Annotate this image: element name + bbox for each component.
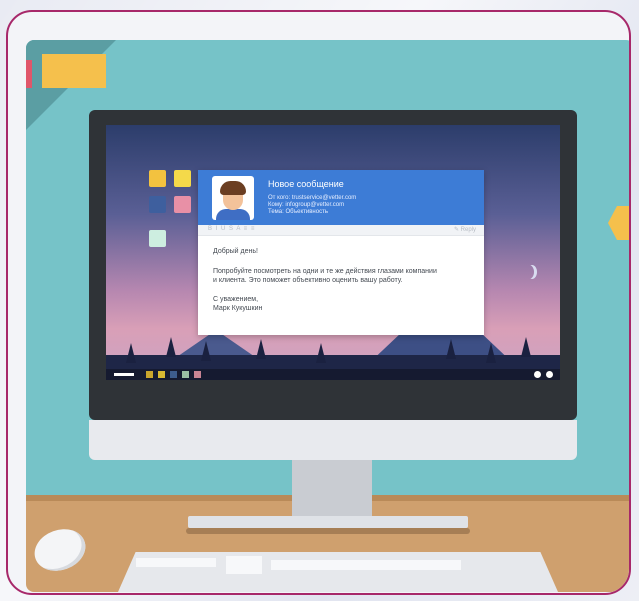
keyboard-keys <box>226 556 262 574</box>
taskbar-app-icon[interactable] <box>158 371 165 378</box>
yellow-tile-icon[interactable] <box>149 170 166 187</box>
tree <box>256 339 266 359</box>
moon-icon <box>524 265 534 279</box>
email-body-line: и клиента. Это поможет объективно оценит… <box>213 277 403 284</box>
email-body-line: Попробуйте посмотреть на одни и те же де… <box>213 268 437 275</box>
monitor-chin <box>89 420 577 460</box>
yellow-tile-icon[interactable] <box>174 170 191 187</box>
tree <box>166 337 176 357</box>
stand-shadow <box>186 528 470 534</box>
mint-tile-icon[interactable] <box>149 230 166 247</box>
tree <box>316 343 326 363</box>
office-scene: Новое сообщение От кого: trustservice@ve… <box>26 40 629 592</box>
avatar-body <box>216 209 250 220</box>
email-header: Новое сообщение От кого: trustservice@ve… <box>198 170 484 225</box>
pink-tile-icon[interactable] <box>174 196 191 213</box>
keyboard-spacebar <box>271 560 461 570</box>
monitor-stand-base <box>188 516 468 528</box>
man-avatar-icon <box>212 176 254 220</box>
taskbar-app-icon[interactable] <box>194 371 201 378</box>
format-toolbar[interactable]: B I U S A ≡ ≡ <box>208 226 255 232</box>
taskbar <box>106 369 560 380</box>
email-title: Новое сообщение <box>268 179 344 189</box>
email-signature: Марк Кукушкин <box>213 305 263 312</box>
email-to: Кому: infogroup@vetter.com <box>268 202 345 208</box>
start-line-icon[interactable] <box>114 373 134 376</box>
email-from: От кого: trustservice@vetter.com <box>268 195 357 201</box>
tray-dot-icon[interactable] <box>546 371 553 378</box>
email-signoff: С уважением, <box>213 296 259 303</box>
taskbar-app-icon[interactable] <box>182 371 189 378</box>
email-greeting: Добрый день! <box>213 248 258 255</box>
blue-tile-icon[interactable] <box>149 196 166 213</box>
wall-decor-red <box>26 60 32 88</box>
taskbar-app-icon[interactable] <box>146 371 153 378</box>
reply-button[interactable]: ✎ Reply <box>454 226 476 233</box>
monitor-stand-neck <box>292 460 372 518</box>
email-toolbar: B I U S A ≡ ≡ ✎ Reply <box>198 225 484 236</box>
tree <box>126 343 136 363</box>
tray-dot-icon[interactable] <box>534 371 541 378</box>
avatar-hair <box>220 181 246 195</box>
wall-decor-yellow <box>42 54 106 88</box>
tree <box>201 341 211 361</box>
tree <box>521 337 531 357</box>
illustration-frame: Новое сообщение От кого: trustservice@ve… <box>6 10 631 595</box>
email-window: Новое сообщение От кого: trustservice@ve… <box>198 170 484 335</box>
tree <box>446 339 456 359</box>
keyboard-keys <box>136 558 216 567</box>
taskbar-app-icon[interactable] <box>170 371 177 378</box>
tree <box>486 343 496 363</box>
email-subject: Тема: Объективность <box>268 209 328 215</box>
